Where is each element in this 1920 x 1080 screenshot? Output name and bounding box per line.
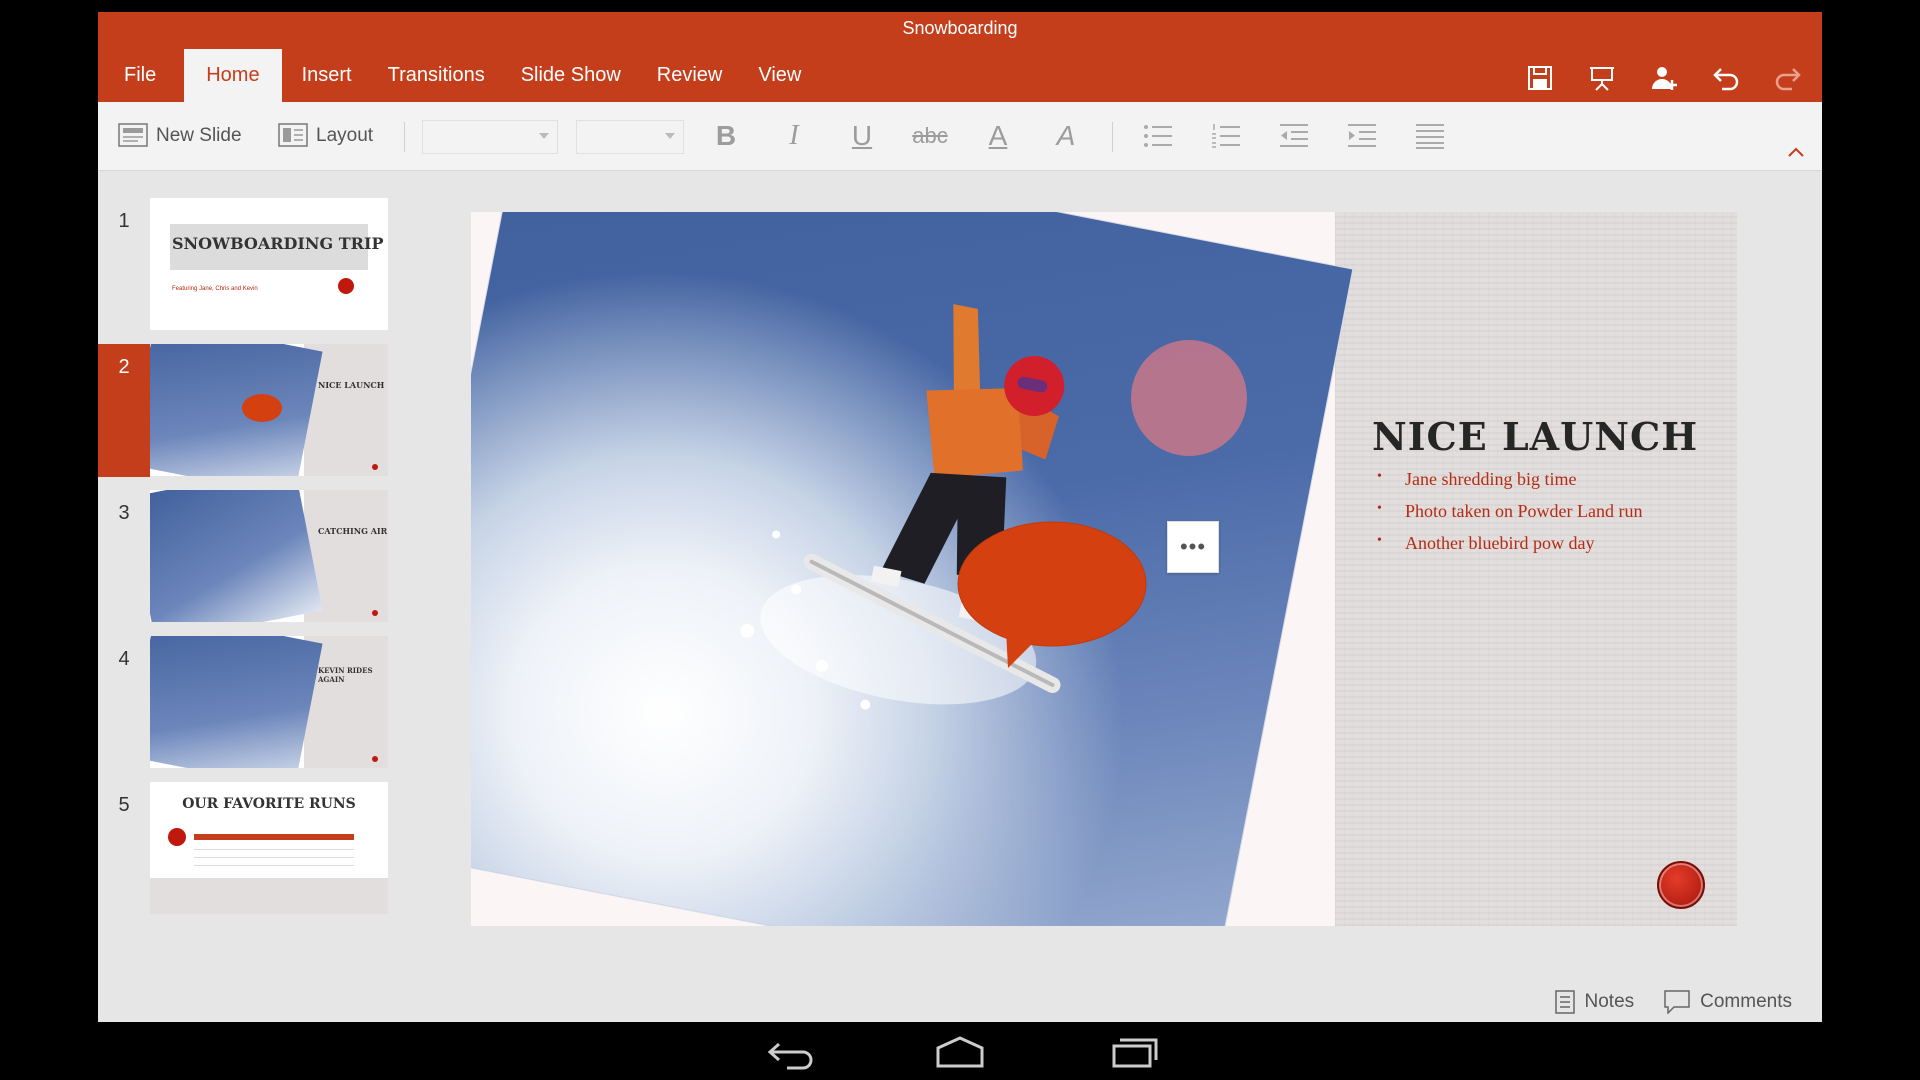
layout-icon	[278, 123, 308, 147]
slide-texture-panel	[1335, 212, 1737, 926]
slide-bullets[interactable]: Jane shredding big time Photo taken on P…	[1377, 469, 1642, 565]
comment-icon	[1664, 990, 1690, 1014]
increase-indent-icon	[1348, 124, 1376, 147]
increase-indent-button[interactable]	[1342, 102, 1382, 170]
new-slide-label: New Slide	[156, 125, 242, 146]
redo-button[interactable]	[1772, 62, 1804, 94]
comments-label: Comments	[1700, 991, 1792, 1012]
bullet-item: Another bluebird pow day	[1377, 533, 1642, 554]
title-bar: Snowboarding File Home Insert Transition…	[98, 12, 1822, 102]
clear-formatting-button[interactable]: A	[1046, 102, 1086, 170]
powerpoint-window: Snowboarding File Home Insert Transition…	[98, 12, 1822, 1022]
ribbon-separator	[1112, 122, 1113, 152]
notes-label: Notes	[1584, 991, 1635, 1012]
strikethrough-button[interactable]: abc	[908, 102, 952, 170]
speech-bubble-shape[interactable]	[956, 520, 1148, 670]
font-color-button[interactable]: A	[978, 102, 1018, 170]
circle-shape[interactable]	[1131, 340, 1247, 456]
redo-icon	[1775, 68, 1801, 91]
status-bar: Notes Comments	[1554, 990, 1792, 1014]
new-slide-icon	[118, 123, 148, 147]
slide-editor: NICE LAUNCH Jane shredding big time Phot…	[98, 170, 1822, 1022]
home-icon	[936, 1036, 984, 1068]
undo-icon	[1713, 68, 1739, 91]
font-name-dropdown[interactable]	[422, 120, 558, 154]
share-button[interactable]	[1648, 62, 1680, 94]
tab-view[interactable]: View	[740, 49, 819, 102]
snowboarder-figure	[740, 304, 1098, 710]
tab-review[interactable]: Review	[639, 49, 741, 102]
layout-button[interactable]: Layout	[278, 102, 373, 170]
bullets-button[interactable]	[1138, 102, 1178, 170]
tab-home[interactable]: Home	[184, 49, 282, 102]
ribbon-separator	[404, 122, 405, 152]
underline-icon: U	[851, 120, 873, 151]
bullet-item: Photo taken on Powder Land run	[1377, 501, 1642, 522]
undo-button[interactable]	[1710, 62, 1742, 94]
android-navigation-bar	[0, 1022, 1920, 1080]
numbering-button[interactable]	[1206, 102, 1246, 170]
bold-icon: B	[715, 120, 737, 151]
align-button[interactable]	[1410, 102, 1450, 170]
slide-title[interactable]: NICE LAUNCH	[1372, 414, 1698, 459]
new-slide-button[interactable]: New Slide	[118, 102, 242, 170]
quick-access-toolbar	[1524, 62, 1804, 94]
seal-icon	[1657, 861, 1705, 909]
font-size-dropdown[interactable]	[576, 120, 684, 154]
recent-apps-icon	[1112, 1038, 1158, 1068]
ribbon-tabs: File Home Insert Transitions Slide Show …	[98, 49, 819, 102]
clear-formatting-icon: A	[1056, 120, 1076, 151]
document-title: Snowboarding	[902, 18, 1018, 38]
notes-icon	[1554, 990, 1575, 1014]
notes-button[interactable]: Notes	[1554, 990, 1635, 1014]
chevron-down-icon	[539, 133, 549, 139]
tab-file[interactable]: File	[98, 49, 182, 102]
back-icon	[767, 1042, 813, 1070]
more-options-button[interactable]: •••	[1167, 521, 1219, 573]
layout-label: Layout	[316, 125, 374, 146]
italic-button[interactable]: I	[774, 102, 814, 170]
underline-button[interactable]: U	[842, 102, 882, 170]
decrease-indent-button[interactable]	[1274, 102, 1314, 170]
more-icon: •••	[1179, 534, 1207, 559]
present-button[interactable]	[1586, 62, 1618, 94]
tab-slide-show[interactable]: Slide Show	[503, 49, 639, 102]
bold-button[interactable]: B	[706, 102, 746, 170]
back-button[interactable]	[757, 1032, 817, 1072]
bullet-list-icon	[1144, 125, 1172, 147]
present-icon	[1590, 67, 1614, 91]
chevron-down-icon	[665, 133, 675, 139]
align-icon	[1416, 124, 1444, 149]
save-button[interactable]	[1524, 62, 1556, 94]
recent-apps-button[interactable]	[1104, 1032, 1164, 1072]
snowboard-photo[interactable]	[471, 212, 1353, 926]
tab-transitions[interactable]: Transitions	[370, 49, 503, 102]
save-icon	[1528, 66, 1552, 90]
strikethrough-icon: abc	[912, 123, 948, 148]
decrease-indent-icon	[1280, 124, 1308, 147]
add-person-icon	[1652, 67, 1677, 90]
numbered-list-icon	[1212, 124, 1240, 148]
collapse-ribbon-icon[interactable]	[1786, 146, 1806, 158]
home-button[interactable]	[930, 1032, 990, 1072]
home-ribbon: New Slide Layout B I U abc A A	[98, 102, 1822, 171]
font-color-icon: A	[988, 120, 1008, 151]
italic-icon: I	[789, 120, 799, 151]
bullet-item: Jane shredding big time	[1377, 469, 1642, 490]
tab-insert[interactable]: Insert	[284, 49, 370, 102]
comments-button[interactable]: Comments	[1664, 990, 1792, 1014]
